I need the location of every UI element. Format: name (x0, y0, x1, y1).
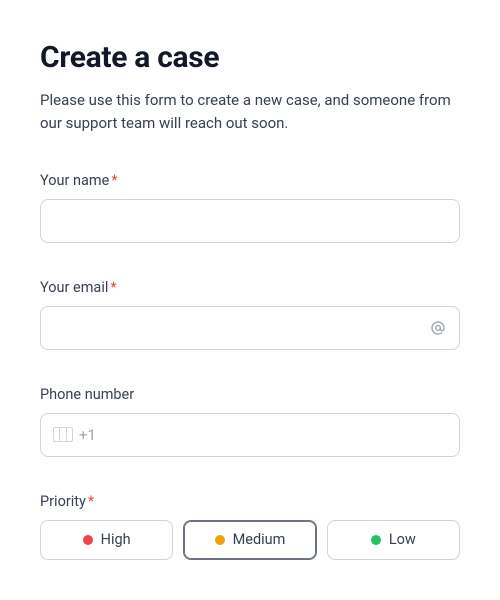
name-label: Your name* (40, 172, 460, 189)
name-label-text: Your name (40, 172, 109, 189)
phone-prefix[interactable]: +1 (53, 426, 96, 444)
name-input[interactable] (53, 212, 447, 229)
required-mark: * (110, 279, 116, 296)
priority-option-low[interactable]: Low (327, 520, 460, 560)
phone-input[interactable] (104, 426, 447, 443)
page-title: Create a case (40, 40, 460, 75)
dial-code: +1 (79, 426, 96, 444)
required-mark: * (111, 172, 117, 189)
field-email: Your email* (40, 279, 460, 350)
page-subtitle: Please use this form to create a new cas… (40, 89, 460, 136)
priority-dot-high-icon (83, 535, 93, 545)
priority-options: High Medium Low (40, 520, 460, 560)
field-name: Your name* (40, 172, 460, 243)
priority-dot-medium-icon (215, 535, 225, 545)
required-mark: * (88, 493, 94, 510)
at-icon (429, 319, 447, 337)
priority-option-medium[interactable]: Medium (183, 520, 316, 560)
priority-dot-low-icon (371, 535, 381, 545)
priority-option-high[interactable]: High (40, 520, 173, 560)
name-input-wrapper[interactable] (40, 199, 460, 243)
priority-option-high-label: High (101, 531, 131, 548)
phone-label: Phone number (40, 386, 460, 403)
priority-option-medium-label: Medium (233, 531, 286, 548)
priority-label: Priority* (40, 493, 460, 510)
phone-input-wrapper[interactable]: +1 (40, 413, 460, 457)
email-input-wrapper[interactable] (40, 306, 460, 350)
field-priority: Priority* High Medium Low (40, 493, 460, 560)
phone-label-text: Phone number (40, 386, 134, 403)
email-label-text: Your email (40, 279, 108, 296)
priority-label-text: Priority (40, 493, 86, 510)
flag-icon (53, 427, 73, 442)
email-input[interactable] (53, 319, 429, 336)
priority-option-low-label: Low (389, 531, 416, 548)
email-label: Your email* (40, 279, 460, 296)
field-phone: Phone number +1 (40, 386, 460, 457)
